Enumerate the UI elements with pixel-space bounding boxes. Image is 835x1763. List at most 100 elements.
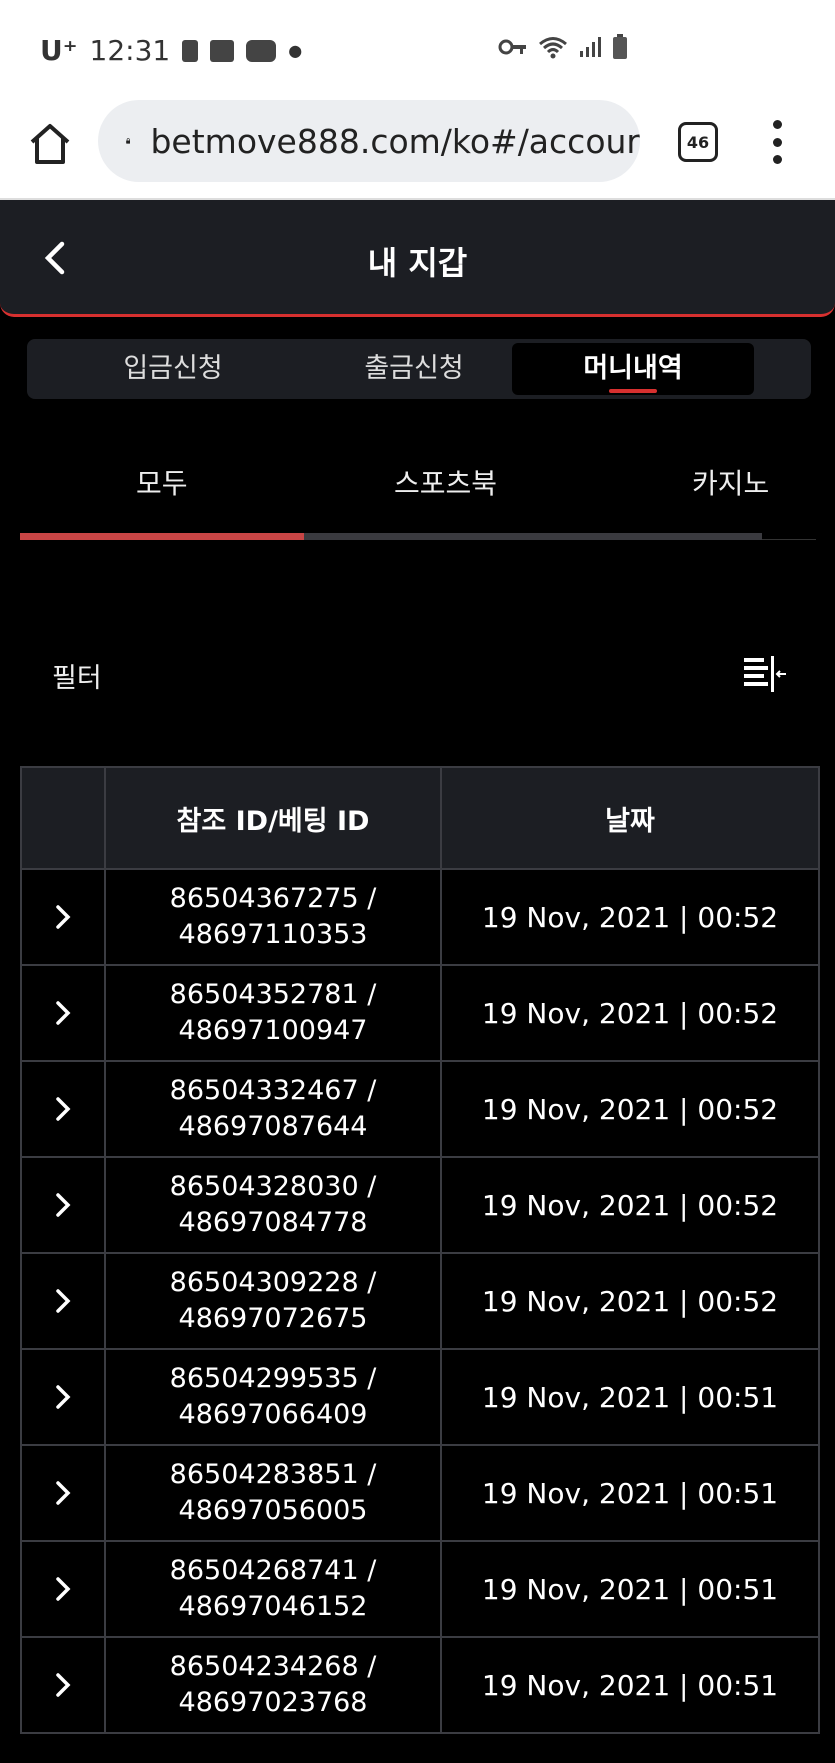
signal-icon [580,37,601,57]
table-row[interactable]: 86504234268 / 48697023768 19 Nov, 2021 | 0… [22,1638,818,1734]
filter-toggle-icon[interactable] [742,654,786,694]
id-cell: 86504352781 / 48697100947 [106,966,442,1060]
chevron-right-icon [56,1481,71,1505]
id-cell: 86504283851 / 48697056005 [106,1446,442,1540]
expand-row-button[interactable] [22,1158,106,1252]
active-tab-indicator [609,389,657,393]
table-row[interactable]: 86504328030 / 48697084778 19 Nov, 2021 | 0… [22,1158,818,1254]
expand-row-button[interactable] [22,1542,106,1636]
expand-row-button[interactable] [22,1446,106,1540]
chevron-right-icon [56,1097,71,1121]
id-cell: 86504367275 / 48697110353 [106,870,442,964]
page-title: 내 지갑 [367,244,468,282]
ref-id: 86504268741 / [169,1555,377,1586]
date-cell: 19 Nov, 2021 | 00:52 [481,1092,779,1126]
browser-toolbar: betmove888.com/ko#/accour 46 [0,92,835,200]
ref-id: 86504299535 / [169,1363,377,1394]
expand-row-button[interactable] [22,1254,106,1348]
category-tab-all[interactable]: 모두 [136,462,188,502]
key-icon [498,39,526,55]
chevron-right-icon [56,1577,71,1601]
chevron-right-icon [56,1193,71,1217]
date-cell: 19 Nov, 2021 | 00:51 [481,1572,779,1606]
date-cell: 19 Nov, 2021 | 00:52 [481,996,779,1030]
ref-id: 86504367275 / [169,883,377,914]
bet-id: 48697046152 [178,1591,368,1622]
table-row[interactable]: 86504268741 / 48697046152 19 Nov, 2021 | 0… [22,1542,818,1638]
id-cell: 86504309228 / 48697072675 [106,1254,442,1348]
date-cell: 19 Nov, 2021 | 00:52 [481,1188,779,1222]
tab-deposit[interactable]: 입금신청 [52,343,294,395]
id-cell: 86504234268 / 48697023768 [106,1638,442,1732]
chevron-right-icon [56,1385,71,1409]
id-cell: 86504299535 / 48697066409 [106,1350,442,1444]
battery-icon [613,34,627,59]
status-bar: U⁺ 12:31 ● [0,0,835,92]
id-cell: 86504332467 / 48697087644 [106,1062,442,1156]
chevron-right-icon [56,1673,71,1697]
date-cell: 19 Nov, 2021 | 00:51 [481,1476,779,1510]
overflow-menu-icon[interactable] [770,120,784,164]
youtube-icon [246,39,277,62]
date-cell: 19 Nov, 2021 | 00:52 [481,1284,779,1318]
history-table: 참조 ID/베팅 ID 날짜 86504367275 / 48697110353 1… [20,766,820,1734]
bet-id: 48697023768 [178,1687,368,1718]
filter-label: 필터 [52,663,102,694]
bet-id: 48697110353 [178,919,368,950]
category-tab-indicator [20,533,304,540]
expand-row-button[interactable] [22,1062,106,1156]
expand-row-button[interactable] [22,870,106,964]
expand-row-button[interactable] [22,1350,106,1444]
category-divider [762,539,816,540]
category-tab-casino[interactable]: 카지노 [692,462,769,502]
ref-id: 86504283851 / [169,1459,377,1490]
app-header: 내 지갑 [0,200,835,317]
lock-icon [126,138,131,144]
date-cell: 19 Nov, 2021 | 00:51 [481,1668,779,1702]
bet-id: 48697087644 [178,1111,368,1142]
id-cell: 86504268741 / 48697046152 [106,1542,442,1636]
expand-row-button[interactable] [22,966,106,1060]
home-icon[interactable] [26,120,74,168]
table-row[interactable]: 86504332467 / 48697087644 19 Nov, 2021 | 0… [22,1062,818,1158]
chevron-right-icon [56,1289,71,1313]
bet-id: 48697084778 [178,1207,368,1238]
url-text[interactable]: betmove888.com/ko#/accour [150,122,640,161]
ref-id: 86504352781 / [169,979,377,1010]
table-row[interactable]: 86504367275 / 48697110353 19 Nov, 2021 | 0… [22,870,818,966]
ref-id: 86504332467 / [169,1075,377,1106]
bet-id: 48697100947 [178,1015,368,1046]
tab-switcher-button[interactable]: 46 [678,122,718,162]
table-row[interactable]: 86504283851 / 48697056005 19 Nov, 2021 | 0… [22,1446,818,1542]
tab-withdraw[interactable]: 출금신청 [293,343,535,395]
ref-id: 86504234268 / [169,1651,377,1682]
clock: 12:31 [89,34,171,67]
table-row[interactable]: 86504309228 / 48697072675 19 Nov, 2021 | 0… [22,1254,818,1350]
date-cell: 19 Nov, 2021 | 00:52 [481,900,779,934]
id-cell: 86504328030 / 48697084778 [106,1158,442,1252]
ref-id: 86504328030 / [169,1171,377,1202]
expand-row-button[interactable] [22,1638,106,1732]
table-row[interactable]: 86504352781 / 48697100947 19 Nov, 2021 | 0… [22,966,818,1062]
table-header: 참조 ID/베팅 ID 날짜 [22,768,818,870]
wallet-tabs: 입금신청 출금신청 머니내역 [27,339,811,399]
tab-money-history[interactable]: 머니내역 [512,343,754,395]
wifi-icon [539,37,567,59]
table-body: 86504367275 / 48697110353 19 Nov, 2021 | 0… [22,870,818,1734]
bet-id: 48697066409 [178,1399,368,1430]
address-bar[interactable]: betmove888.com/ko#/accour [98,100,640,182]
chevron-right-icon [56,905,71,929]
chevron-right-icon [56,1001,71,1025]
note-icon [210,39,235,62]
notification-icon [182,39,199,62]
table-row[interactable]: 86504299535 / 48697066409 19 Nov, 2021 | 0… [22,1350,818,1446]
bet-id: 48697072675 [178,1303,368,1334]
more-notifications-icon: ● [288,41,303,60]
date-cell: 19 Nov, 2021 | 00:51 [481,1380,779,1414]
tab-money-history-label: 머니내역 [583,353,683,384]
carrier-label: U⁺ [40,34,78,67]
header-id: 참조 ID/베팅 ID [106,768,442,868]
ref-id: 86504309228 / [169,1267,377,1298]
category-tab-sportsbook[interactable]: 스포츠북 [394,462,497,502]
header-date: 날짜 [605,805,655,837]
